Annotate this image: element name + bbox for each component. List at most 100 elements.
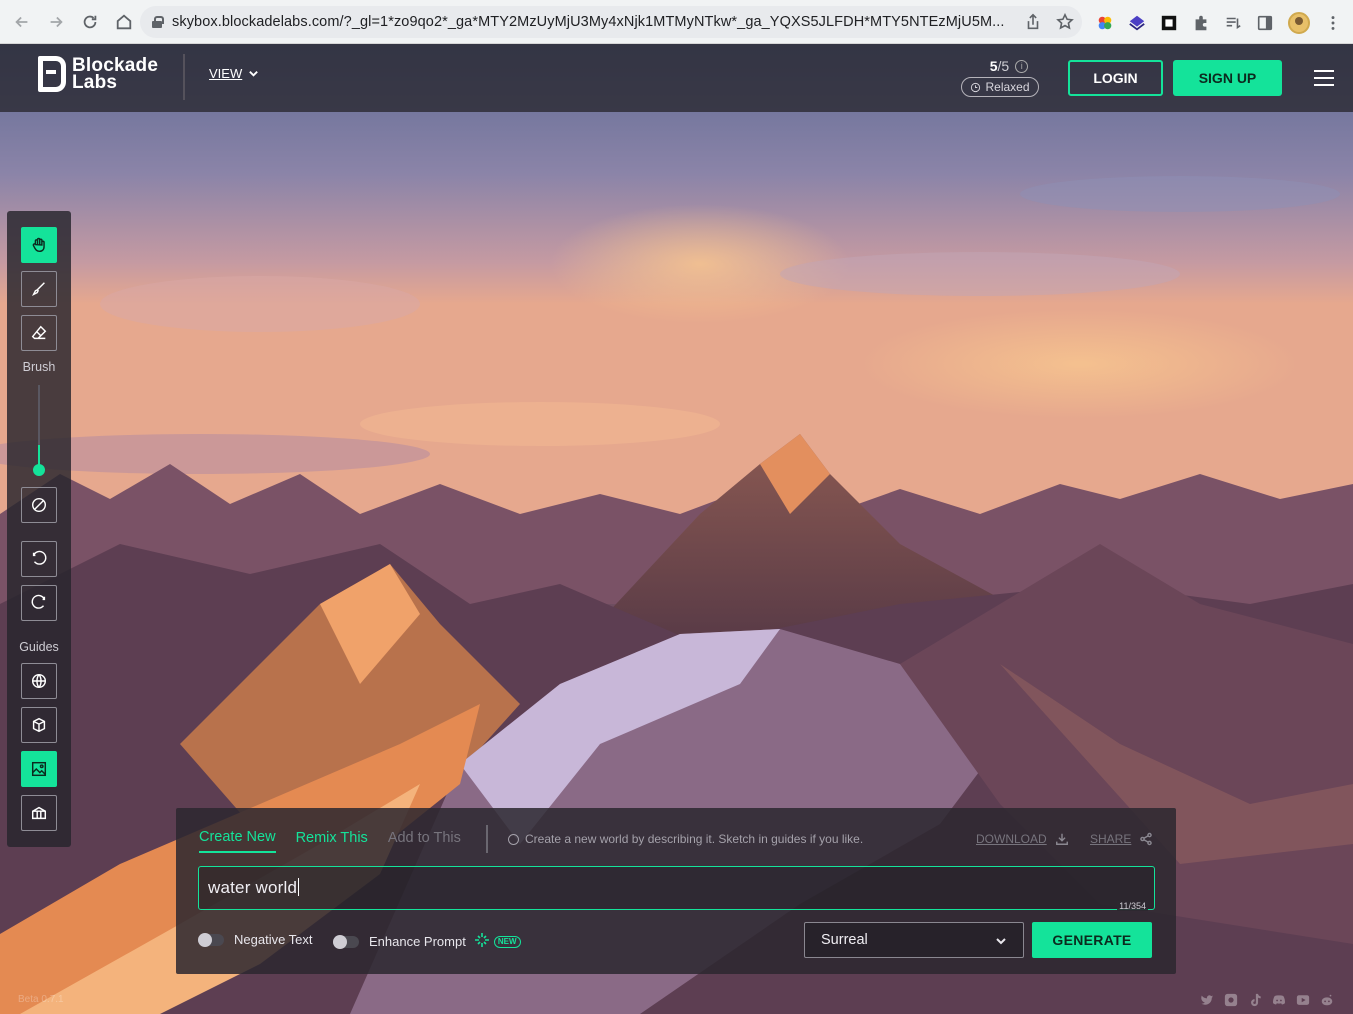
- tiktok-icon[interactable]: [1248, 993, 1262, 1007]
- youtube-icon[interactable]: [1296, 993, 1310, 1007]
- side-panel-icon[interactable]: [1256, 14, 1274, 32]
- color-extension-icon[interactable]: [1096, 14, 1114, 32]
- instagram-icon[interactable]: [1224, 993, 1238, 1007]
- image-guide-tool[interactable]: [21, 751, 57, 787]
- credits-used: 5: [989, 58, 998, 74]
- eraser-icon: [31, 325, 47, 340]
- view-label: VIEW: [209, 66, 243, 81]
- download-button[interactable]: DOWNLOAD: [976, 832, 1069, 846]
- info-icon: [508, 833, 519, 845]
- signup-button[interactable]: SIGN UP: [1173, 60, 1282, 96]
- share-button[interactable]: SHARE: [1090, 832, 1153, 846]
- clear-canvas-tool[interactable]: [21, 487, 57, 523]
- home-icon: [116, 14, 132, 29]
- globe-icon: [31, 673, 47, 689]
- logo-b-icon: [38, 56, 66, 92]
- panel-tabs: Create New Remix This Add to This: [199, 829, 461, 853]
- pan-hand-tool[interactable]: [21, 227, 57, 263]
- share-nodes-icon: [1140, 832, 1153, 846]
- reading-list-icon[interactable]: [1224, 14, 1242, 32]
- discord-icon[interactable]: [1272, 993, 1286, 1007]
- browser-toolbar: skybox.blockadelabs.com/?_gl=1*zo9qo2*_g…: [0, 0, 1353, 44]
- bookmark-star-icon[interactable]: [1056, 13, 1074, 31]
- browser-menu-icon[interactable]: [1324, 14, 1342, 32]
- brush-tool[interactable]: [21, 271, 57, 307]
- hint-text: Create a new world by describing it. Ske…: [525, 832, 864, 846]
- prompt-value[interactable]: water world: [208, 878, 297, 897]
- negative-text-toggle-row: Negative Text: [198, 932, 313, 947]
- prompt-input[interactable]: water world 11/354: [198, 866, 1155, 911]
- hamburger-menu-icon[interactable]: [1314, 70, 1334, 86]
- profile-avatar[interactable]: [1288, 12, 1310, 34]
- layers-extension-icon[interactable]: [1128, 14, 1146, 32]
- generation-panel: Create New Remix This Add to This Create…: [176, 808, 1176, 974]
- enhance-prompt-label[interactable]: Enhance Prompt: [369, 934, 466, 949]
- download-icon: [1055, 833, 1068, 845]
- forward-button[interactable]: [40, 6, 72, 38]
- generation-credits: 5/5 i Relaxed: [960, 58, 1040, 98]
- social-links: [1200, 993, 1334, 1007]
- eraser-tool[interactable]: [21, 315, 57, 351]
- room-guide-tool[interactable]: [21, 795, 57, 831]
- redo-icon: [31, 594, 46, 609]
- tab-divider: [486, 825, 488, 853]
- chevron-down-icon: [996, 938, 1006, 945]
- tab-create-new[interactable]: Create New: [199, 829, 276, 853]
- url-text[interactable]: skybox.blockadelabs.com/?_gl=1*zo9qo2*_g…: [172, 14, 1012, 30]
- info-icon[interactable]: i: [1015, 59, 1029, 73]
- style-value: Surreal: [821, 932, 868, 948]
- brush-icon: [31, 282, 45, 297]
- address-bar[interactable]: skybox.blockadelabs.com/?_gl=1*zo9qo2*_g…: [140, 6, 1082, 38]
- back-button[interactable]: [6, 6, 38, 38]
- header-divider: [183, 54, 185, 100]
- view-menu-button[interactable]: VIEW: [209, 66, 259, 81]
- text-caret: [298, 878, 300, 896]
- sparkle-icon: [474, 932, 490, 951]
- twitter-icon[interactable]: [1200, 993, 1214, 1007]
- share-page-icon[interactable]: [1024, 13, 1042, 31]
- relaxed-label: Relaxed: [985, 80, 1030, 94]
- negative-text-label[interactable]: Negative Text: [234, 932, 313, 947]
- room-icon: [31, 806, 47, 820]
- image-icon: [31, 761, 47, 777]
- undo-icon: [32, 550, 47, 565]
- globe-guide-tool[interactable]: [21, 663, 57, 699]
- puzzle-extensions-icon[interactable]: [1192, 14, 1210, 32]
- style-dropdown[interactable]: Surreal: [804, 922, 1024, 958]
- reload-button[interactable]: [74, 6, 106, 38]
- character-counter: 11/354: [1117, 901, 1148, 911]
- chevron-down-icon: [249, 71, 259, 77]
- brush-size-handle[interactable]: [33, 464, 45, 476]
- cube-guide-tool[interactable]: [21, 707, 57, 743]
- share-label: SHARE: [1090, 832, 1132, 846]
- cube-icon: [32, 717, 46, 733]
- home-button[interactable]: [108, 6, 140, 38]
- login-button[interactable]: LOGIN: [1068, 60, 1163, 96]
- brush-label: Brush: [22, 360, 56, 374]
- logo-text-line2: Labs: [72, 72, 118, 93]
- panel-hint: Create a new world by describing it. Ske…: [508, 832, 863, 846]
- download-label: DOWNLOAD: [976, 832, 1047, 846]
- negative-text-toggle[interactable]: [198, 932, 224, 947]
- prohibit-icon: [31, 497, 47, 513]
- drawing-toolbar: Brush Guides: [7, 211, 71, 847]
- app-header: Blockade Labs VIEW 5/5 i Relaxed LOGIN S…: [0, 44, 1353, 112]
- tab-add-to-this[interactable]: Add to This: [388, 830, 461, 852]
- arrow-right-icon: [50, 16, 63, 27]
- undo-tool[interactable]: [21, 541, 57, 577]
- relaxed-mode-badge[interactable]: Relaxed: [961, 77, 1039, 97]
- tab-remix-this[interactable]: Remix This: [296, 830, 368, 852]
- version-label: Beta 0.7.1: [18, 994, 64, 1005]
- reload-icon: [83, 15, 97, 28]
- enhance-prompt-toggle-row: Enhance Prompt NEW: [333, 932, 521, 951]
- reddit-icon[interactable]: [1320, 993, 1334, 1007]
- lock-icon: [152, 16, 164, 28]
- square-extension-icon[interactable]: [1160, 14, 1178, 32]
- redo-tool[interactable]: [21, 585, 57, 621]
- guides-label: Guides: [19, 640, 59, 654]
- enhance-prompt-toggle[interactable]: [333, 934, 359, 949]
- new-badge: NEW: [493, 935, 521, 948]
- generate-button[interactable]: GENERATE: [1032, 922, 1152, 958]
- hand-icon: [32, 237, 45, 253]
- blockade-labs-logo[interactable]: Blockade Labs: [38, 56, 158, 92]
